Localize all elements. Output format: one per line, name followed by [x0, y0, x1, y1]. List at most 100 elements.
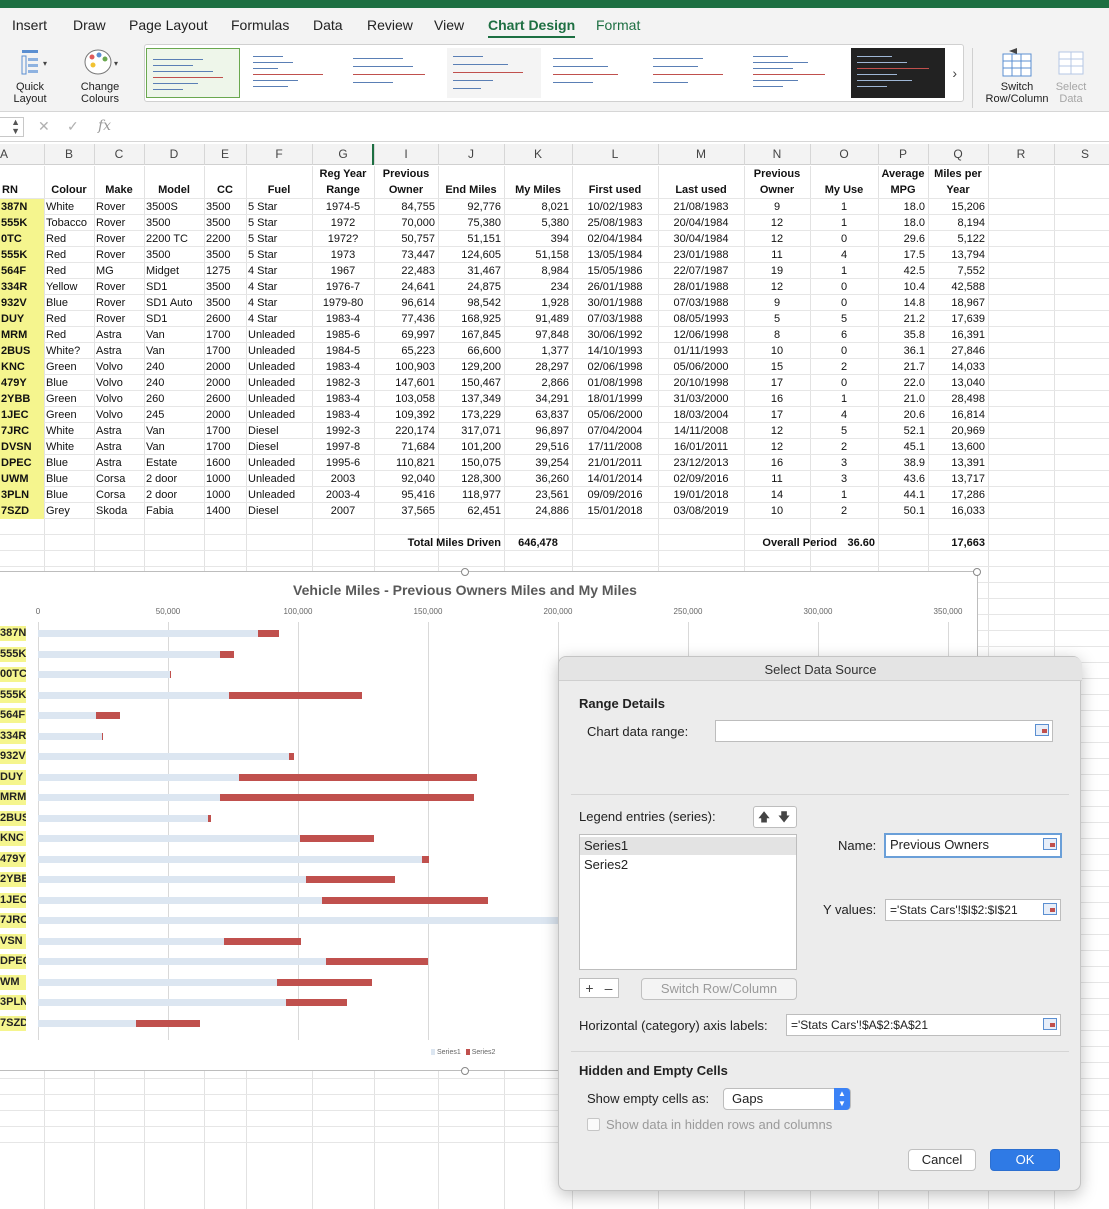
chart-resize-handle-top[interactable]: [461, 568, 469, 576]
cell[interactable]: Green: [44, 391, 94, 407]
range-select-icon[interactable]: [1035, 724, 1049, 736]
cell[interactable]: 1974-5: [312, 199, 374, 215]
bar-series2[interactable]: [169, 671, 171, 678]
cell[interactable]: 17/11/2008: [572, 439, 658, 455]
cell[interactable]: 1973: [312, 247, 374, 263]
registration-cell[interactable]: 2BUS: [0, 343, 44, 359]
chart-resize-handle-bottom[interactable]: [461, 1067, 469, 1075]
bar-series1[interactable]: [38, 794, 220, 801]
cell[interactable]: 71,684: [374, 439, 438, 455]
cell[interactable]: 0: [810, 343, 878, 359]
cell[interactable]: 77,436: [374, 311, 438, 327]
move-up-icon[interactable]: 🡅: [754, 807, 774, 827]
range-select-icon[interactable]: [1043, 903, 1057, 915]
cell[interactable]: 13,391: [928, 455, 988, 471]
cell[interactable]: Van: [144, 439, 204, 455]
chart-resize-handle-top-right[interactable]: [973, 568, 981, 576]
cell[interactable]: Red: [44, 327, 94, 343]
cell[interactable]: Unleaded: [246, 471, 312, 487]
registration-cell[interactable]: 555K: [0, 247, 44, 263]
tab-format[interactable]: Format: [596, 17, 640, 33]
cell[interactable]: Astra: [94, 343, 144, 359]
series-list-item[interactable]: Series1: [580, 837, 796, 855]
cell[interactable]: 110,821: [374, 455, 438, 471]
bar-series2[interactable]: [305, 876, 396, 883]
cell[interactable]: 3500: [204, 215, 246, 231]
cell[interactable]: 1000: [204, 471, 246, 487]
cell[interactable]: 1983-4: [312, 359, 374, 375]
cell[interactable]: 1,928: [504, 295, 572, 311]
bar-series2[interactable]: [277, 978, 372, 986]
cell[interactable]: 4 Star: [246, 279, 312, 295]
cell[interactable]: 2200: [204, 231, 246, 247]
cell[interactable]: 13/05/1984: [572, 247, 658, 263]
cell[interactable]: 173,229: [438, 407, 504, 423]
cell[interactable]: 5 Star: [246, 247, 312, 263]
header-cell[interactable]: MPG: [878, 182, 928, 198]
cell[interactable]: 5,380: [504, 215, 572, 231]
cell[interactable]: Skoda: [94, 503, 144, 519]
cell[interactable]: 3: [810, 471, 878, 487]
registration-cell[interactable]: 1JEC: [0, 407, 44, 423]
cell[interactable]: 17,639: [928, 311, 988, 327]
cell[interactable]: 02/04/1984: [572, 231, 658, 247]
cell[interactable]: 18.0: [878, 199, 928, 215]
cell[interactable]: Rover: [94, 199, 144, 215]
cell[interactable]: 21.2: [878, 311, 928, 327]
column-header[interactable]: G: [312, 147, 374, 161]
column-header[interactable]: J: [438, 147, 504, 161]
cell[interactable]: 05/06/2000: [572, 407, 658, 423]
cell[interactable]: 22.0: [878, 375, 928, 391]
cell[interactable]: 91,489: [504, 311, 572, 327]
registration-cell[interactable]: UWM: [0, 471, 44, 487]
cell[interactable]: 51,151: [438, 231, 504, 247]
cell[interactable]: 1992-3: [312, 423, 374, 439]
cell[interactable]: Astra: [94, 423, 144, 439]
cell[interactable]: 2: [810, 359, 878, 375]
cell[interactable]: 5: [810, 423, 878, 439]
cell[interactable]: 7,552: [928, 263, 988, 279]
bar-series1[interactable]: [38, 835, 301, 842]
cell[interactable]: 8,984: [504, 263, 572, 279]
cell[interactable]: 50,757: [374, 231, 438, 247]
cell[interactable]: 69,997: [374, 327, 438, 343]
cell[interactable]: 2007: [312, 503, 374, 519]
cell[interactable]: 2003: [312, 471, 374, 487]
cell[interactable]: 22/07/1987: [658, 263, 744, 279]
switch-row-column-dialog-button[interactable]: Switch Row/Column: [641, 978, 797, 1000]
cell[interactable]: White: [44, 423, 94, 439]
cell[interactable]: Blue: [44, 487, 94, 503]
tab-view[interactable]: View: [434, 17, 464, 33]
registration-cell[interactable]: 334R: [0, 279, 44, 295]
cell[interactable]: 92,040: [374, 471, 438, 487]
tab-chart-design[interactable]: Chart Design: [488, 17, 576, 38]
miles-per-year-total[interactable]: 17,663: [928, 535, 988, 551]
cell[interactable]: 100,903: [374, 359, 438, 375]
cell[interactable]: 1982-3: [312, 375, 374, 391]
cell[interactable]: 20/04/1984: [658, 215, 744, 231]
bar-series1[interactable]: [38, 732, 103, 740]
header-cell[interactable]: CC: [204, 182, 246, 198]
cell[interactable]: 28,297: [504, 359, 572, 375]
cell[interactable]: 50.1: [878, 503, 928, 519]
cell[interactable]: Diesel: [246, 503, 312, 519]
cell[interactable]: 20/10/1998: [658, 375, 744, 391]
header-cell[interactable]: Previous: [744, 166, 810, 182]
cell[interactable]: 5: [744, 311, 810, 327]
bar-series1[interactable]: [38, 773, 240, 781]
cell[interactable]: 52.1: [878, 423, 928, 439]
cell[interactable]: 19/01/2018: [658, 487, 744, 503]
cell[interactable]: 1983-4: [312, 407, 374, 423]
cell[interactable]: 11: [744, 247, 810, 263]
header-cell[interactable]: Reg Year: [312, 166, 374, 182]
cell[interactable]: 97,848: [504, 327, 572, 343]
cell[interactable]: Diesel: [246, 423, 312, 439]
cell[interactable]: Yellow: [44, 279, 94, 295]
cell[interactable]: Unleaded: [246, 455, 312, 471]
cell[interactable]: 96,897: [504, 423, 572, 439]
cell[interactable]: Grey: [44, 503, 94, 519]
header-cell[interactable]: Miles per: [928, 166, 988, 182]
cell[interactable]: 0: [810, 279, 878, 295]
cell[interactable]: 1983-4: [312, 391, 374, 407]
cell[interactable]: Blue: [44, 375, 94, 391]
